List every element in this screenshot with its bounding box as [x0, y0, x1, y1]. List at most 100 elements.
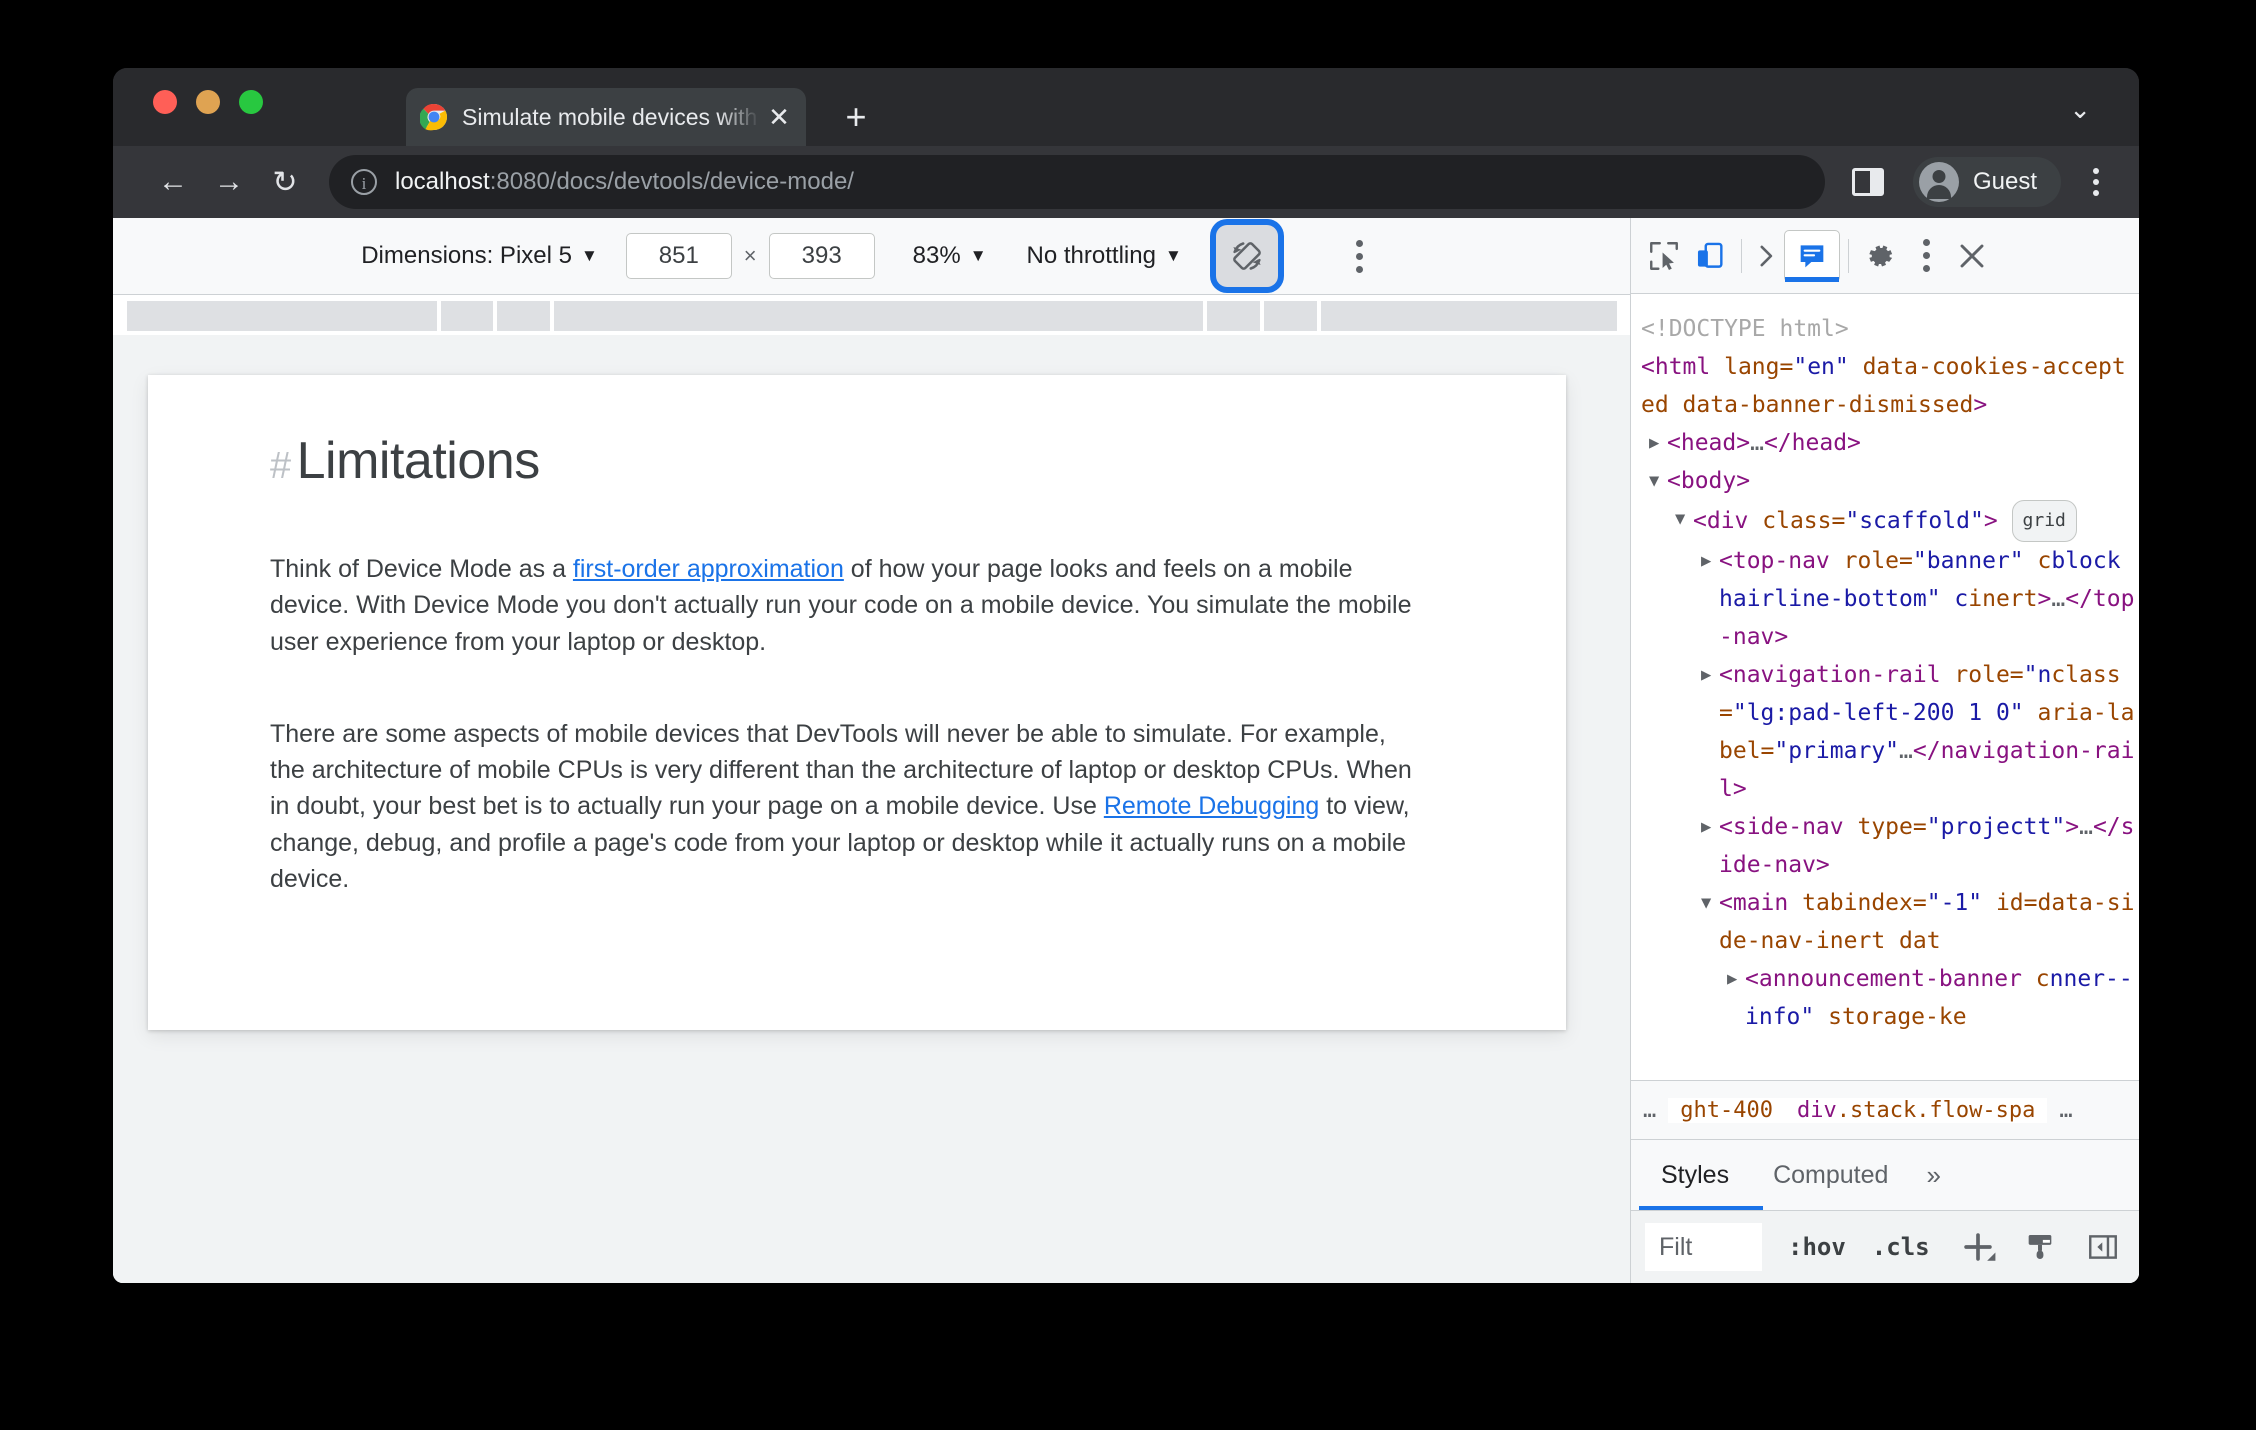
plus-icon — [1963, 1233, 1996, 1261]
throttling-label[interactable]: No throttling — [1027, 242, 1156, 270]
window-controls — [153, 90, 263, 114]
grid-badge[interactable]: grid — [2011, 500, 2077, 542]
toolbar-divider — [1848, 238, 1849, 273]
kebab-dot — [1922, 252, 1930, 259]
breadcrumb-item-selected[interactable]: div.stack.flow-spa — [1784, 1097, 2048, 1123]
expand-twisty-icon[interactable]: ▶ — [1649, 424, 1659, 462]
dom-node-line[interactable]: ▶ <head>…</head> — [1631, 424, 2139, 462]
dom-token: <navigation-rail — [1719, 662, 1955, 688]
profile-button[interactable]: Guest — [1912, 157, 2061, 207]
kebab-dot — [2093, 179, 2099, 185]
forward-button[interactable]: → — [201, 154, 257, 210]
tab-styles[interactable]: Styles — [1639, 1140, 1751, 1210]
viewport-ruler[interactable] — [113, 295, 1630, 335]
dom-node-line[interactable]: ▶ <announcement-banner cnner--info" stora… — [1631, 960, 2139, 1036]
throttling-caret-icon[interactable]: ▼ — [1165, 246, 1182, 266]
styles-filter-input[interactable]: Filt — [1645, 1223, 1762, 1271]
breadcrumb-overflow-right[interactable]: … — [2047, 1098, 2084, 1123]
viewport-height-input[interactable]: 393 — [768, 233, 875, 279]
side-panel-button[interactable] — [1843, 159, 1893, 205]
expand-twisty-icon[interactable]: ▼ — [1701, 884, 1711, 922]
browser-menu-button[interactable] — [2071, 168, 2121, 196]
dom-node-line[interactable]: ▼ <body> — [1631, 462, 2139, 500]
device-preset-caret-icon[interactable]: ▼ — [581, 246, 598, 266]
device-mode-more-button[interactable] — [1338, 234, 1382, 278]
dom-tree[interactable]: <!DOCTYPE html> <html lang="en" data-cook… — [1631, 294, 2139, 1080]
toggle-device-toolbar-button[interactable] — [1687, 233, 1733, 279]
url-text: localhost:8080/docs/devtools/device-mode… — [395, 168, 854, 196]
profile-label: Guest — [1972, 168, 2037, 195]
reload-button[interactable]: ↻ — [257, 154, 313, 210]
computed-styles-sidebar-button[interactable] — [2018, 1224, 2063, 1270]
tab-computed[interactable]: Computed — [1751, 1140, 1910, 1210]
ruler-tick — [437, 301, 441, 331]
link-first-order-approximation[interactable]: first-order approximation — [573, 555, 844, 583]
close-devtools-button[interactable] — [1949, 233, 1995, 279]
zoom-level-label[interactable]: 83% — [913, 242, 961, 270]
zoom-caret-icon[interactable]: ▼ — [970, 246, 987, 266]
expand-twisty-icon[interactable]: ▼ — [1675, 500, 1685, 538]
browser-tab[interactable]: Simulate mobile devices with DevTools ✕ — [406, 88, 806, 146]
devtools-toolbar — [1631, 218, 2139, 294]
dom-token: role= — [1843, 548, 1913, 574]
new-style-rule-button[interactable] — [1956, 1225, 2000, 1269]
site-info-icon[interactable]: i — [351, 169, 377, 195]
minimize-window-button[interactable] — [196, 90, 220, 114]
dom-node-line[interactable]: ▼ <main tabindex="-1" id=data-side-nav-in… — [1631, 884, 2139, 960]
dom-node-line[interactable]: <!DOCTYPE html> — [1631, 310, 2139, 348]
breadcrumb-overflow-left[interactable]: … — [1631, 1098, 1668, 1123]
dom-token: "en" — [1793, 354, 1849, 380]
browser-window: Simulate mobile devices with DevTools ✕ … — [113, 68, 2139, 1283]
breadcrumb-item-prev[interactable]: ght-400 — [1668, 1097, 1785, 1123]
page-title-text: Limitations — [296, 432, 541, 490]
chevron-down-icon[interactable]: ⌄ — [2069, 94, 2091, 125]
new-tab-button[interactable]: + — [835, 96, 877, 138]
dom-token: > — [1973, 392, 1988, 418]
address-bar[interactable]: i localhost:8080/docs/devtools/device-mo… — [329, 155, 1825, 209]
close-icon — [1960, 244, 1984, 267]
expand-twisty-icon[interactable]: ▶ — [1727, 960, 1737, 998]
active-tab-underline — [1785, 276, 1839, 282]
expand-twisty-icon[interactable]: ▶ — [1701, 542, 1711, 580]
dom-node-line[interactable]: ▶ <side-nav type="projectt">…</side-nav> — [1631, 808, 2139, 884]
url-host: localhost — [395, 168, 490, 195]
anchor-hash-icon[interactable]: # — [270, 445, 291, 487]
ruler-tick — [493, 301, 497, 331]
rendered-page: # Limitations Think of Device Mode as a f… — [148, 375, 1566, 897]
settings-button[interactable] — [1857, 233, 1903, 279]
viewport-width-input[interactable]: 851 — [625, 233, 732, 279]
link-remote-debugging[interactable]: Remote Debugging — [1104, 792, 1319, 820]
dom-node-line[interactable]: ▶ <top-nav role="banner" cblock hairline-… — [1631, 542, 2139, 656]
dom-token: … — [1750, 430, 1764, 456]
styles-filter-bar: Filt :hov .cls — [1631, 1210, 2139, 1283]
devtools-more-button[interactable] — [1903, 233, 1949, 279]
inspect-element-button[interactable] — [1641, 233, 1687, 279]
sidebar-tabs-overflow-icon[interactable]: » — [1910, 1160, 1956, 1191]
dom-node-line[interactable]: ▼ <div class="scaffold"> grid — [1631, 500, 2139, 542]
tab-elements[interactable] — [1784, 229, 1840, 282]
device-preset-label[interactable]: Dimensions: Pixel 5 — [361, 242, 572, 270]
maximize-window-button[interactable] — [239, 90, 263, 114]
device-toolbar-icon — [1697, 242, 1723, 268]
dom-token: > — [1983, 508, 1998, 534]
show-panels-chevron-button[interactable] — [1750, 233, 1784, 279]
toolbar-divider — [1741, 238, 1742, 273]
toggle-class-editor-button[interactable]: .cls — [1872, 1233, 1930, 1261]
back-button[interactable]: ← — [145, 154, 201, 210]
dom-node-line[interactable]: <html lang="en" data-cookies-accepted da… — [1631, 348, 2139, 424]
toggle-sidebar-button[interactable] — [2080, 1224, 2125, 1270]
dom-token: <body> — [1667, 468, 1751, 494]
dom-node-line[interactable]: ▶ <navigation-rail role="nclass="lg:pad-l… — [1631, 656, 2139, 808]
toggle-pseudo-states-button[interactable]: :hov — [1788, 1233, 1846, 1261]
close-tab-button[interactable]: ✕ — [766, 104, 792, 130]
expand-twisty-icon[interactable]: ▶ — [1701, 808, 1711, 846]
expand-twisty-icon[interactable]: ▼ — [1649, 462, 1659, 500]
rotate-button[interactable] — [1215, 225, 1278, 287]
dom-token: <!DOCTYPE html> — [1641, 316, 1849, 342]
kebab-dot — [1356, 265, 1364, 273]
expand-twisty-icon[interactable]: ▶ — [1701, 656, 1711, 694]
breadcrumb[interactable]: … ght-400 div.stack.flow-spa … — [1631, 1080, 2139, 1139]
close-window-button[interactable] — [153, 90, 177, 114]
paragraph: Think of Device Mode as a first-order ap… — [270, 551, 1420, 660]
paragraph-text-before: Think of Device Mode as a — [270, 555, 573, 583]
